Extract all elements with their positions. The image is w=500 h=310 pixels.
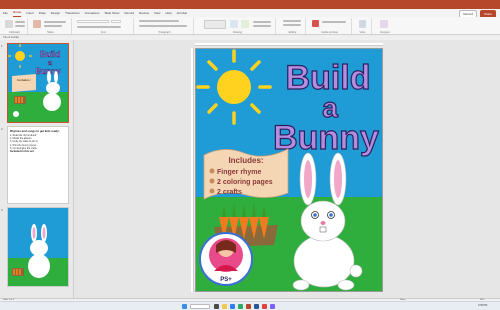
ribbon-group-clipboard: Clipboard [2,18,28,34]
thumb-title-line2: a [48,60,52,67]
selection-label: Title & Subtitle [3,36,20,39]
thumbnail-3-art [8,224,68,286]
clock: 3:35 PM [478,303,488,307]
thumbnail-number: 3 [1,208,3,212]
thumbnail-1-art: Build a Bunny Includes: [8,44,68,122]
tab-acrobat[interactable]: Acrobat [177,9,187,17]
group-label: Drawing [232,31,243,34]
vertical-ruler [191,48,194,292]
font-format-buttons[interactable] [77,26,121,28]
tab-file[interactable]: File [3,9,8,17]
thumb-line: Included in this set: [10,150,35,154]
file-explorer-icon[interactable] [222,304,227,309]
tab-view[interactable]: View [154,9,160,17]
quick-styles-icon[interactable] [241,20,249,28]
includes-banner: Includes: Finger rhyme 2 coloring pages … [203,148,289,200]
tab-slide-show[interactable]: Slide Show [104,9,119,17]
tab-help[interactable]: Help [165,9,171,17]
ribbon-group-voice: Voice [354,18,372,34]
paste-icon[interactable] [5,20,13,28]
shapes-gallery[interactable] [204,20,226,29]
group-label: Font [100,31,106,34]
tab-review[interactable]: Review [139,9,149,17]
create-pdf-icon[interactable] [312,20,319,27]
group-label: Slides [47,31,54,34]
banner-heading: Includes: [228,156,263,165]
ribbon-tabs: File Home Insert Draw Design Transitions… [0,9,500,17]
excel-icon[interactable] [238,304,243,309]
author-logo: PS+ [199,232,253,286]
tab-animations[interactable]: Animations [85,9,100,17]
arrange-icon[interactable] [230,20,238,28]
ribbon-group-editing: Editing [280,18,306,34]
ribbon-group-font: Font [74,18,134,34]
slide-thumbnail-1[interactable]: Build a Bunny Includes: [7,43,69,123]
start-icon[interactable] [182,304,187,309]
horizontal-ruler [195,43,383,46]
banner-item-2: 2 coloring pages [217,179,273,186]
ribbon-group-drawing: Drawing [200,18,276,34]
teams-icon[interactable] [270,304,275,309]
thumbnail-number: 2 [1,127,3,131]
replace-button[interactable] [283,24,301,26]
list-buttons[interactable] [139,20,179,22]
tab-draw[interactable]: Draw [39,9,46,17]
reset-button[interactable] [44,25,62,27]
group-label: Paragraph [158,31,171,34]
designer-icon[interactable] [380,20,388,28]
acrobat-icon[interactable] [262,304,267,309]
slide-art: Build a Bunny Includes: Finger rhyme 2 c… [196,49,382,291]
ribbon-group-paragraph: Paragraph [136,18,194,34]
taskbar: 3:35 PM [0,301,500,310]
banner-item-3: 2 crafts [217,189,242,196]
title-bar [0,0,500,9]
thumb-title-line1: Build [40,50,60,59]
ribbon-group-slides: Slides [30,18,72,34]
task-view-icon[interactable] [214,304,219,309]
word-icon[interactable] [254,304,259,309]
create-share-link-button[interactable] [322,21,346,23]
logo-text: PS+ [220,277,232,283]
dictate-icon[interactable] [359,20,366,28]
thumb-includes: Includes: [17,78,30,82]
thumb-heading: Rhymes and songs to get kids ready: [10,129,60,133]
sun-icon [196,49,272,125]
banner-item-1: Finger rhyme [217,169,261,176]
tab-design[interactable]: Design [51,9,60,17]
tab-insert[interactable]: Insert [26,9,34,17]
powerpoint-icon[interactable] [246,304,251,309]
cut-icon[interactable] [15,21,25,23]
slide-title-line3: Bunny [273,119,379,157]
layout-button[interactable] [44,21,66,23]
thumbnail-number: 1 [1,44,3,48]
font-name-select[interactable] [77,20,109,23]
slide-thumbnail-2[interactable]: Rhymes and songs to get kids ready: 1. R… [7,126,69,204]
new-slide-icon[interactable] [33,20,41,28]
tab-transitions[interactable]: Transitions [65,9,80,17]
tab-home[interactable]: Home [12,9,22,17]
shape-outline-button[interactable] [253,25,271,27]
group-label: Adobe Acrobat [321,31,338,34]
group-label: Editing [288,31,297,34]
tab-record[interactable]: Record [124,9,134,17]
copy-icon[interactable] [15,25,25,27]
align-buttons[interactable] [139,25,187,27]
ribbon-group-designer: Designer [374,18,396,34]
search-box[interactable] [190,304,210,309]
ribbon-group-acrobat: Adobe Acrobat [308,18,352,34]
edge-icon[interactable] [230,304,235,309]
group-label: Voice [359,31,366,34]
slide-thumbnail-3[interactable] [7,207,69,287]
group-label: Clipboard [9,31,20,34]
group-label: Designer [379,31,390,34]
font-size-select[interactable] [111,20,121,23]
ribbon: Clipboard Slides Font Paragraph Drawing … [0,17,500,35]
shape-fill-button[interactable] [253,21,271,23]
main-slide[interactable]: Build a Bunny Includes: Finger rhyme 2 c… [195,48,383,292]
find-button[interactable] [283,20,301,22]
slide-thumbnail-pane: 1 Build a Bunny Includes: 2 Rhymes and s… [0,40,74,298]
